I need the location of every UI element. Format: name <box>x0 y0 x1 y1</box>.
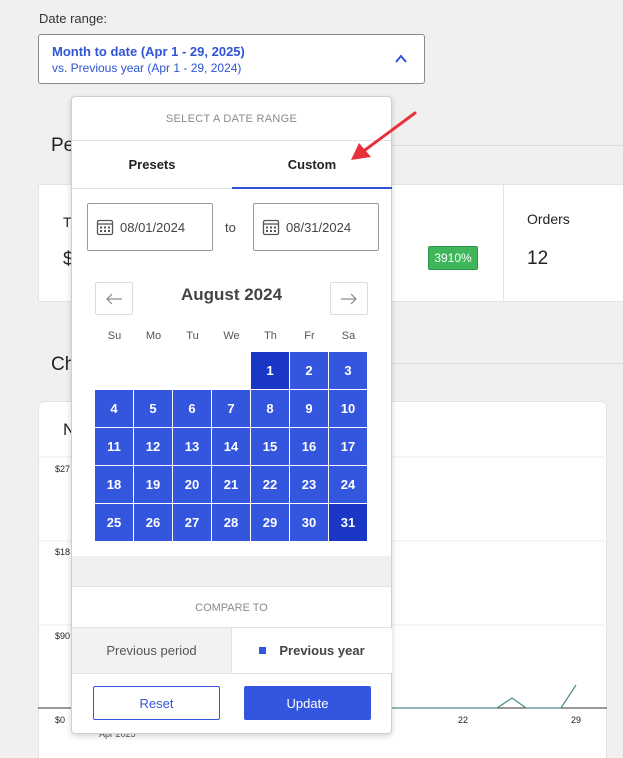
growth-badge: 3910% <box>428 246 478 270</box>
compare-to-header: COMPARE TO <box>72 586 391 628</box>
date-range-main-text: Month to date (Apr 1 - 29, 2025) <box>52 44 245 59</box>
compare-previous-period-option[interactable]: Previous period <box>72 628 232 673</box>
chevron-up-icon <box>395 54 407 63</box>
section-divider <box>392 145 623 146</box>
calendar-day[interactable]: 5 <box>134 390 172 427</box>
date-range-dropdown[interactable]: Month to date (Apr 1 - 29, 2025) vs. Pre… <box>38 34 425 84</box>
compare-option-label: Previous period <box>106 643 197 658</box>
update-button[interactable]: Update <box>244 686 371 720</box>
chart-series-line <box>392 684 577 709</box>
weekday-label: Tu <box>186 330 199 342</box>
calendar-day[interactable]: 9 <box>290 390 328 427</box>
calendar-day[interactable]: 2 <box>290 352 328 389</box>
calendar-day[interactable]: 15 <box>251 428 289 465</box>
calendar-day[interactable]: 13 <box>173 428 211 465</box>
selected-square-icon <box>259 647 267 654</box>
calendar-day[interactable]: 12 <box>134 428 172 465</box>
annotation-arrow-icon <box>351 111 417 160</box>
date-range-compare-text: vs. Previous year (Apr 1 - 29, 2024) <box>52 61 242 75</box>
end-date-value: 08/31/2024 <box>286 219 352 235</box>
calendar-day[interactable]: 7 <box>212 390 250 427</box>
calendar-day[interactable]: 6 <box>173 390 211 427</box>
calendar-day[interactable]: 23 <box>290 466 328 503</box>
calendar-day[interactable]: 25 <box>95 504 133 541</box>
y-tick-label: $90 <box>55 631 71 641</box>
reset-button[interactable]: Reset <box>93 686 220 720</box>
stat-divider <box>503 185 504 301</box>
next-month-button[interactable] <box>330 282 368 315</box>
calendar-day[interactable]: 10 <box>329 390 367 427</box>
weekday-label: Sa <box>341 330 356 342</box>
arrow-right-icon <box>341 293 357 304</box>
calendar-day[interactable]: 8 <box>251 390 289 427</box>
calendar-day[interactable]: 30 <box>290 504 328 541</box>
calendar-day[interactable]: 1 <box>251 352 289 389</box>
compare-option-label: Previous year <box>279 643 365 658</box>
calendar-day[interactable]: 24 <box>329 466 367 503</box>
y-tick-label: $27 <box>55 464 71 474</box>
start-date-value: 08/01/2024 <box>120 219 186 235</box>
y-tick-label: $0 <box>55 715 66 725</box>
weekday-label: We <box>223 330 240 342</box>
date-range-picker: SELECT A DATE RANGE Presets Custom 08/01… <box>71 96 392 734</box>
weekday-label: Mo <box>145 330 162 342</box>
calendar-day[interactable]: 31 <box>329 504 367 541</box>
x-tick-label: 29 <box>571 715 582 725</box>
calendar-day[interactable]: 3 <box>329 352 367 389</box>
calendar-day[interactable]: 14 <box>212 428 250 465</box>
calendar-day[interactable]: 26 <box>134 504 172 541</box>
picker-header: SELECT A DATE RANGE <box>72 97 391 141</box>
calendar-footer-band <box>72 556 391 586</box>
calendar-day[interactable]: 28 <box>212 504 250 541</box>
x-tick-label: 22 <box>458 715 469 725</box>
section-divider-2 <box>392 363 623 364</box>
calendar-day[interactable]: 19 <box>134 466 172 503</box>
calendar-day[interactable]: 29 <box>251 504 289 541</box>
compare-previous-year-option[interactable]: Previous year <box>232 628 392 673</box>
calendar-day[interactable]: 4 <box>95 390 133 427</box>
calendar-day[interactable]: 20 <box>173 466 211 503</box>
end-date-field[interactable]: 08/31/2024 <box>253 203 379 251</box>
calendar-day[interactable]: 17 <box>329 428 367 465</box>
start-date-field[interactable]: 08/01/2024 <box>87 203 213 251</box>
to-label: to <box>225 220 236 235</box>
calendar-day[interactable]: 22 <box>251 466 289 503</box>
footer-divider <box>72 673 391 674</box>
weekday-label: Th <box>264 330 277 342</box>
calendar-day[interactable]: 16 <box>290 428 328 465</box>
weekday-label: Su <box>107 330 122 342</box>
orders-label: Orders <box>527 211 570 227</box>
date-range-label: Date range: <box>39 11 107 26</box>
weekday-label: Fr <box>304 330 315 342</box>
calendar-icon <box>96 219 114 236</box>
calendar-day[interactable]: 27 <box>173 504 211 541</box>
calendar-day[interactable]: 11 <box>95 428 133 465</box>
orders-value: 12 <box>527 248 549 269</box>
calendar-day[interactable]: 18 <box>95 466 133 503</box>
tab-presets[interactable]: Presets <box>72 141 232 189</box>
calendar-day[interactable]: 21 <box>212 466 250 503</box>
calendar-icon <box>262 219 280 236</box>
y-tick-label: $18 <box>55 547 71 557</box>
